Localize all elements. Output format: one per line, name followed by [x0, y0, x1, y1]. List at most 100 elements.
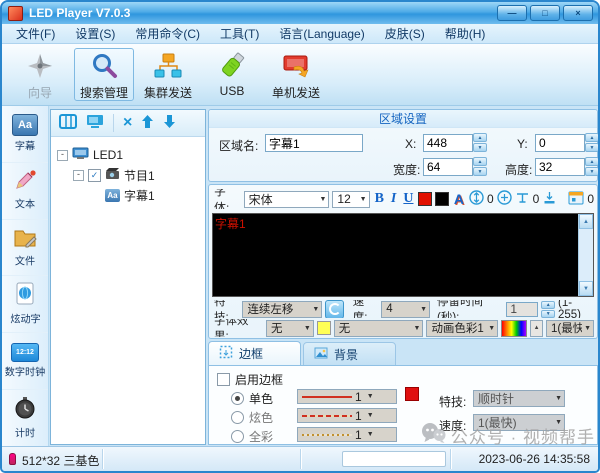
dazzle-color-radio-row[interactable]: 炫色 — [231, 409, 273, 426]
dazzle-color-radio[interactable] — [231, 411, 244, 424]
font-effect2-dropdown[interactable]: 无 ▼ — [334, 320, 424, 337]
font-size-dropdown[interactable]: 12 ▼ — [332, 191, 369, 208]
menu-item-language[interactable]: 语言(Language) — [269, 24, 374, 43]
menu-item-skin[interactable]: 皮肤(S) — [375, 24, 435, 43]
x-spinner[interactable]: ▲▼ — [473, 133, 487, 152]
spin-up-icon[interactable]: ▲ — [585, 157, 599, 166]
spin-down-icon[interactable]: ▼ — [473, 167, 487, 176]
full-color-radio-row[interactable]: 全彩 — [231, 428, 273, 445]
subtitle-icon: Aa — [12, 114, 38, 136]
single-color-radio-row[interactable]: 单色 — [231, 390, 273, 407]
dazzle-line-style-dropdown[interactable]: 1 ▼ — [297, 408, 397, 423]
font-effect1-dropdown[interactable]: 无 ▼ — [266, 320, 314, 337]
tree-node-program1[interactable]: - ✓ 节目1 — [53, 165, 203, 185]
collapse-icon[interactable]: - — [73, 170, 84, 181]
sidebar-item-file[interactable]: 文件 — [2, 220, 48, 277]
menu-item-help[interactable]: 帮助(H) — [435, 24, 496, 43]
status-divider — [450, 449, 451, 469]
full-line-style-dropdown[interactable]: 1 ▼ — [297, 427, 397, 442]
menu-item-settings[interactable]: 设置(S) — [65, 24, 125, 43]
height-input[interactable] — [535, 158, 585, 176]
color-picker-up-icon[interactable]: ▲ — [530, 320, 543, 337]
add-screen-icon[interactable] — [86, 114, 104, 132]
minimize-button[interactable]: — — [497, 5, 527, 21]
full-color-radio[interactable] — [231, 430, 244, 443]
font-color-swatch[interactable] — [418, 192, 432, 206]
menu-item-file[interactable]: 文件(F) — [6, 24, 65, 43]
toolbar-single-send-button[interactable]: 单机发送 — [266, 48, 326, 101]
close-button[interactable]: × — [563, 5, 593, 21]
background-color-swatch[interactable] — [435, 192, 449, 206]
region-settings-title: 区域设置 — [209, 110, 597, 128]
font-family-dropdown[interactable]: 宋体 ▼ — [244, 191, 330, 208]
scroll-down-icon[interactable]: ▼ — [579, 281, 593, 296]
menu-item-commands[interactable]: 常用命令(C) — [125, 24, 210, 43]
delete-icon[interactable]: × — [123, 115, 132, 131]
width-input[interactable] — [423, 158, 473, 176]
window-controls: — □ × — [497, 5, 593, 21]
sidebar-item-subtitle[interactable]: Aa 字幕 — [2, 106, 48, 163]
spin-up-icon[interactable]: ▲ — [473, 157, 487, 166]
collapse-icon[interactable]: - — [57, 150, 68, 161]
anim-speed-dropdown[interactable]: 1(最快 ▼ — [546, 320, 594, 337]
sidebar-item-flash-text[interactable]: 炫动字 — [2, 276, 48, 333]
anim-color-dropdown[interactable]: 动画色彩1 ▼ — [426, 320, 498, 337]
spin-up-icon[interactable]: ▲ — [541, 301, 555, 309]
effect-dropdown[interactable]: 连续左移 ▼ — [242, 301, 322, 318]
row-spacing-icon[interactable] — [497, 190, 512, 208]
stay-time-input[interactable] — [506, 302, 538, 317]
underline-button[interactable]: U — [401, 191, 415, 207]
spin-down-icon[interactable]: ▼ — [585, 143, 599, 152]
y-input[interactable] — [535, 134, 585, 152]
rainbow-color-swatch[interactable] — [501, 320, 527, 337]
speed-dropdown[interactable]: 4 ▼ — [381, 301, 430, 318]
maximize-button[interactable]: □ — [530, 5, 560, 21]
spin-up-icon[interactable]: ▲ — [473, 133, 487, 142]
tab-background[interactable]: 背景 — [303, 342, 396, 366]
led-preview-area[interactable]: 字幕1 ▲ ▼ — [212, 213, 594, 297]
font-color-a-button[interactable]: A — [452, 191, 466, 207]
effect-color-swatch[interactable] — [317, 321, 331, 335]
width-spinner[interactable]: ▲▼ — [473, 157, 487, 176]
tab-border[interactable]: 边框 — [208, 341, 301, 366]
sidebar-item-timer[interactable]: 计时 — [2, 390, 48, 447]
stay-time-spinner[interactable]: ▲▼ — [541, 301, 555, 317]
spin-up-icon[interactable]: ▲ — [585, 133, 599, 142]
toolbar-cluster-send-button[interactable]: 集群发送 — [138, 48, 198, 101]
border-color-swatch[interactable] — [405, 387, 419, 401]
border-effect-dropdown[interactable]: 顺时针 ▼ — [473, 390, 565, 407]
scroll-up-icon[interactable]: ▲ — [579, 214, 593, 229]
enable-border-checkbox[interactable] — [217, 373, 230, 386]
refresh-effect-icon[interactable] — [325, 300, 344, 318]
tree-node-led1[interactable]: - LED1 — [53, 145, 203, 165]
spin-down-icon[interactable]: ▼ — [541, 310, 555, 318]
toolbar-search-manage-button[interactable]: 搜索管理 — [74, 48, 134, 101]
add-program-film-icon[interactable] — [59, 114, 77, 132]
sidebar-item-digital-clock[interactable]: 12:12 数字时钟 — [2, 333, 48, 390]
y-spinner[interactable]: ▲▼ — [585, 133, 599, 152]
align-bottom-icon[interactable] — [542, 190, 557, 208]
char-spacing-icon[interactable] — [515, 190, 530, 208]
program-checkbox[interactable]: ✓ — [88, 169, 101, 182]
preview-scrollbar[interactable]: ▲ ▼ — [578, 214, 593, 296]
move-up-icon[interactable] — [141, 114, 154, 132]
bold-button[interactable]: B — [373, 191, 386, 207]
move-down-icon[interactable] — [163, 114, 176, 132]
toolbar-wizard-button[interactable]: 向导 — [10, 48, 70, 101]
spin-down-icon[interactable]: ▼ — [585, 167, 599, 176]
menu-item-tools[interactable]: 工具(T) — [210, 24, 269, 43]
height-spinner[interactable]: ▲▼ — [585, 157, 599, 176]
line-spacing-icon[interactable] — [469, 190, 484, 208]
schedule-calendar-icon[interactable] — [568, 190, 584, 208]
spin-down-icon[interactable]: ▼ — [473, 143, 487, 152]
enable-border-row[interactable]: 启用边框 — [217, 371, 283, 388]
sidebar-item-text[interactable]: 文本 — [2, 163, 48, 220]
italic-button[interactable]: I — [389, 191, 398, 207]
region-name-input[interactable] — [265, 134, 363, 152]
x-input[interactable] — [423, 134, 473, 152]
single-line-style-dropdown[interactable]: 1 ▼ — [297, 389, 397, 404]
tree-node-subtitle1[interactable]: Aa 字幕1 — [53, 185, 203, 205]
toolbar-usb-button[interactable]: USB — [202, 48, 262, 101]
region-name-label: 区域名: — [219, 137, 258, 154]
single-color-radio[interactable] — [231, 392, 244, 405]
